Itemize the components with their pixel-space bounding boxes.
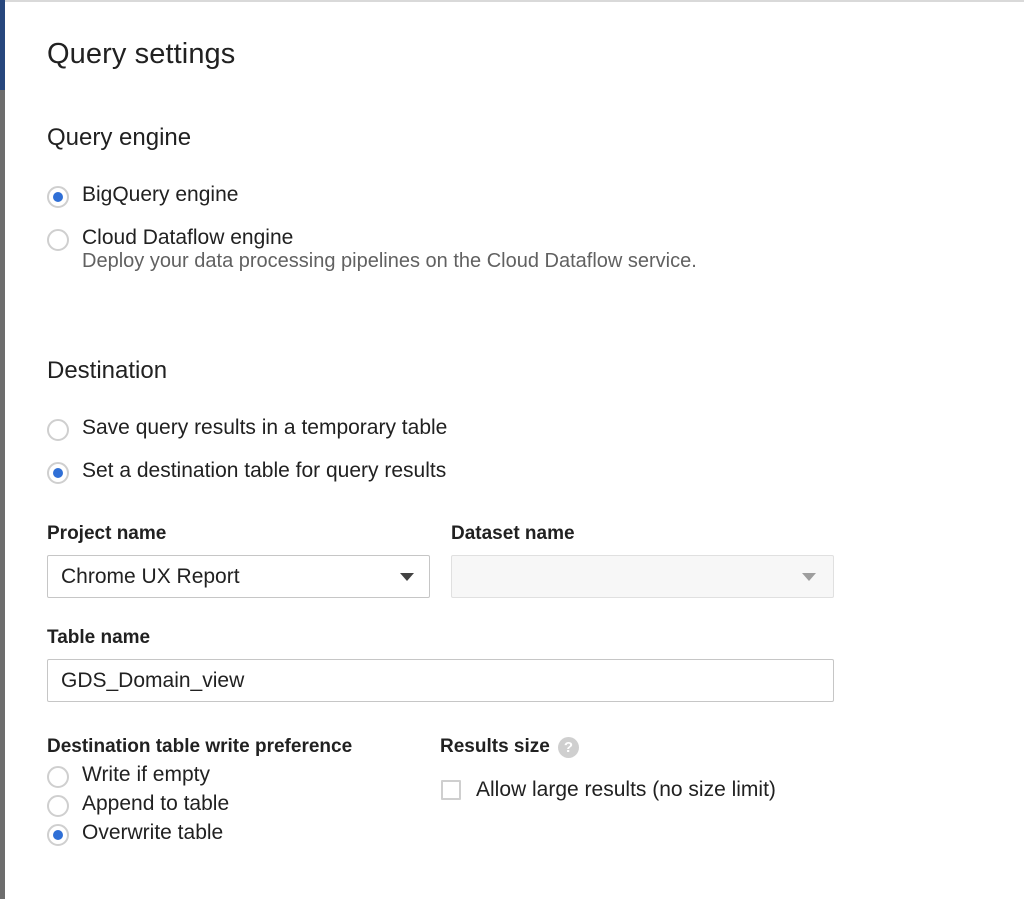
dataset-name-select[interactable]	[451, 555, 834, 598]
radio-temporary-table[interactable]	[47, 419, 69, 441]
write-if-empty-label[interactable]: Write if empty	[82, 763, 210, 787]
radio-selected-dot	[53, 192, 63, 202]
overwrite-table-label[interactable]: Overwrite table	[82, 821, 223, 845]
allow-large-results-checkbox[interactable]	[441, 780, 461, 800]
radio-bigquery-engine[interactable]	[47, 186, 69, 208]
cloud-dataflow-engine-description: Deploy your data processing pipelines on…	[82, 250, 697, 272]
temporary-table-label[interactable]: Save query results in a temporary table	[82, 416, 447, 440]
project-name-value: Chrome UX Report	[61, 565, 240, 588]
destination-heading: Destination	[47, 357, 168, 384]
query-settings-dialog: Query settings Query engine BigQuery eng…	[5, 2, 1024, 899]
query-engine-heading: Query engine	[47, 124, 192, 151]
radio-destination-table[interactable]	[47, 462, 69, 484]
bigquery-engine-label[interactable]: BigQuery engine	[82, 183, 238, 207]
dataset-name-label: Dataset name	[451, 523, 575, 544]
append-to-table-label[interactable]: Append to table	[82, 792, 229, 816]
table-name-label: Table name	[47, 627, 151, 648]
radio-write-if-empty[interactable]	[47, 766, 69, 788]
radio-selected-dot	[53, 468, 63, 478]
radio-append-to-table[interactable]	[47, 795, 69, 817]
chevron-down-icon	[802, 573, 816, 581]
chevron-down-icon	[400, 573, 414, 581]
radio-selected-dot	[53, 830, 63, 840]
question-mark-icon[interactable]: ?	[558, 737, 579, 758]
destination-table-label[interactable]: Set a destination table for query result…	[82, 459, 446, 483]
radio-overwrite-table[interactable]	[47, 824, 69, 846]
radio-cloud-dataflow-engine[interactable]	[47, 229, 69, 251]
table-name-input[interactable]	[47, 659, 834, 702]
cloud-dataflow-engine-label[interactable]: Cloud Dataflow engine	[82, 226, 293, 250]
allow-large-results-label[interactable]: Allow large results (no size limit)	[476, 778, 776, 802]
project-name-select[interactable]: Chrome UX Report	[47, 555, 430, 598]
write-preference-label: Destination table write preference	[47, 736, 353, 757]
dialog-title: Query settings	[47, 38, 236, 70]
project-name-label: Project name	[47, 523, 167, 544]
results-size-label: Results size	[440, 736, 550, 757]
